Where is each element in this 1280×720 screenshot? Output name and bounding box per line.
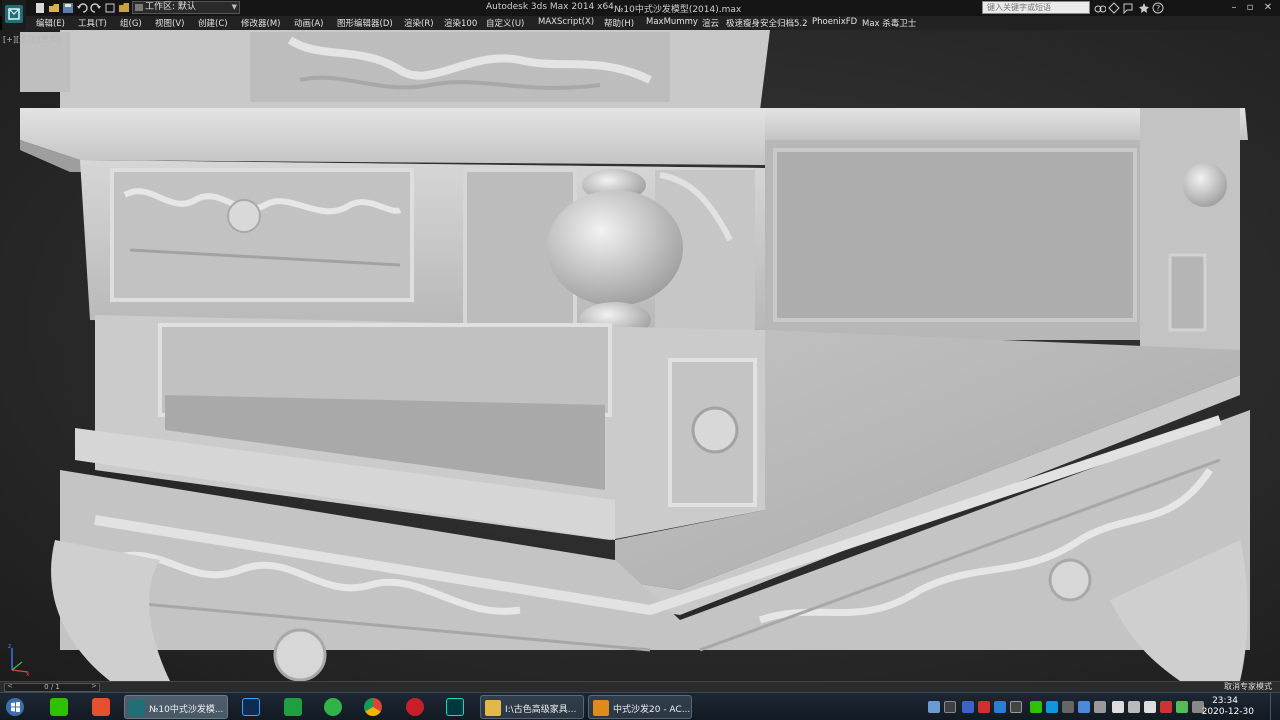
workspace-label: 工作区: 默认: [145, 2, 196, 12]
clock-date[interactable]: 2020-12-30: [1202, 707, 1254, 717]
menu-render100[interactable]: 渲染100: [444, 17, 477, 29]
favorites-star-icon[interactable]: [1138, 2, 1150, 14]
bluetooth-icon[interactable]: [1112, 701, 1124, 713]
title-bar: 工作区: 默认 ▼ Autodesk 3ds Max 2014 x64 №10中…: [0, 0, 1280, 30]
clock-time[interactable]: 23:34: [1212, 696, 1238, 706]
network-icon[interactable]: [1010, 701, 1022, 713]
taskbar-window-3dsmax[interactable]: №10中式沙发模...: [124, 695, 228, 719]
axis-tripod-icon: z x: [4, 642, 32, 679]
menu-tools[interactable]: 工具(T): [78, 17, 107, 29]
antivirus-icon[interactable]: [978, 701, 990, 713]
close-button[interactable]: ✕: [1260, 1, 1276, 14]
tray-green-icon[interactable]: [1176, 701, 1188, 713]
usb-icon[interactable]: [1062, 701, 1074, 713]
chevron-left-icon[interactable]: <: [7, 683, 13, 690]
acdsee-icon: [593, 700, 609, 716]
maximize-button[interactable]: ▫: [1242, 1, 1258, 14]
menu-help[interactable]: 帮助(H): [604, 17, 634, 29]
taskbar-window-explorer[interactable]: I:\古色高级家具...: [480, 695, 584, 719]
green-app-icon[interactable]: [280, 696, 306, 718]
tray-app-icon[interactable]: [928, 701, 940, 713]
undo-icon[interactable]: [76, 2, 88, 14]
3dsmax-icon: [129, 700, 145, 716]
taskbar-window-acdsee[interactable]: 中式沙发20 - AC...: [588, 695, 692, 719]
document-title: №10中式沙发模型(2014).max: [614, 5, 742, 15]
help-icon[interactable]: ?: [1152, 2, 1164, 14]
show-desktop-button[interactable]: [1270, 693, 1280, 720]
redo-icon[interactable]: [90, 2, 102, 14]
workspace-icon: [135, 4, 143, 11]
taskbar-window-label: I:\古色高级家具...: [505, 705, 577, 715]
menu-rendering[interactable]: 渲染(R): [404, 17, 434, 29]
wechat-icon[interactable]: [46, 696, 72, 718]
monitor-icon[interactable]: [1128, 701, 1140, 713]
taskbar: №10中式沙发模... I:\古色高级家具... 中式沙发20 - AC... …: [0, 692, 1280, 720]
chevron-down-icon: ▼: [231, 3, 237, 11]
subscription-icon[interactable]: [1108, 2, 1120, 14]
input-method-icon[interactable]: [962, 701, 974, 713]
menu-slim-archive[interactable]: 极速瘦身安全归档5.2: [726, 17, 808, 29]
start-button[interactable]: [2, 696, 28, 718]
menu-views[interactable]: 视图(V): [155, 17, 184, 29]
menu-animation[interactable]: 动画(A): [294, 17, 323, 29]
menu-maxscript[interactable]: MAXScript(X): [538, 17, 594, 27]
hold-icon[interactable]: [104, 2, 116, 14]
app-logo-icon[interactable]: [2, 0, 26, 30]
camtasia-icon[interactable]: [88, 696, 114, 718]
svg-text:z: z: [8, 643, 11, 650]
cloud-icon[interactable]: [994, 701, 1006, 713]
qq-tray-icon[interactable]: [1046, 701, 1058, 713]
audition-icon[interactable]: [442, 696, 468, 718]
save-icon[interactable]: [62, 2, 74, 14]
sketchup-icon[interactable]: [402, 696, 428, 718]
perspective-viewport[interactable]: [+][透视][真实] z x: [0, 30, 1280, 681]
flag-icon[interactable]: [1094, 701, 1106, 713]
svg-text:?: ?: [1156, 4, 1160, 13]
shield-icon[interactable]: [1078, 701, 1090, 713]
search-input[interactable]: 键入关键字或短语: [982, 1, 1090, 14]
time-slider-value: 0 / 1: [44, 683, 60, 691]
time-slider[interactable]: < 0 / 1 >: [4, 683, 100, 692]
wechat-tray-icon[interactable]: [1030, 701, 1042, 713]
open-file-icon[interactable]: [48, 2, 60, 14]
new-file-icon[interactable]: [34, 2, 46, 14]
menu-group[interactable]: 组(G): [120, 17, 142, 29]
keyboard-icon[interactable]: [944, 701, 956, 713]
menu-phoenixfd[interactable]: PhoenixFD: [812, 17, 857, 27]
svg-text:x: x: [26, 671, 30, 676]
menu-max-antivirus[interactable]: Max 杀毒卫士: [862, 17, 916, 29]
menu-maxmummy[interactable]: MaxMummy: [646, 17, 698, 27]
communication-center-icon[interactable]: [1122, 2, 1134, 15]
menu-customize[interactable]: 自定义(U): [486, 17, 524, 29]
tray-red-icon[interactable]: [1160, 701, 1172, 713]
minimize-button[interactable]: –: [1226, 1, 1242, 14]
menu-graph-editors[interactable]: 图形编辑器(D): [337, 17, 393, 29]
speaker-icon[interactable]: [1144, 701, 1156, 713]
chrome-icon[interactable]: [360, 696, 386, 718]
workspace-dropdown[interactable]: 工作区: 默认 ▼: [132, 1, 240, 14]
app-title: Autodesk 3ds Max 2014 x64: [486, 2, 614, 12]
chinese-sofa-model: [20, 30, 1250, 681]
menu-xuanyun[interactable]: 渲云: [702, 17, 719, 29]
binoculars-icon[interactable]: [1094, 2, 1107, 14]
viewport-label[interactable]: [+][透视][真实]: [3, 34, 60, 45]
cancel-expert-mode-button[interactable]: 取消专家模式: [1224, 682, 1272, 692]
taskbar-window-label: №10中式沙发模...: [149, 705, 224, 715]
menu-modifiers[interactable]: 修改器(M): [241, 17, 280, 29]
status-bar: < 0 / 1 > 取消专家模式: [0, 681, 1280, 692]
menu-edit[interactable]: 编辑(E): [36, 17, 65, 29]
qq-browser-icon[interactable]: [320, 696, 346, 718]
chevron-right-icon[interactable]: >: [91, 683, 97, 690]
folder-icon: [485, 700, 501, 716]
photoshop-icon[interactable]: [238, 696, 264, 718]
taskbar-window-label: 中式沙发20 - AC...: [613, 705, 691, 715]
menu-bar: 编辑(E) 工具(T) 组(G) 视图(V) 创建(C) 修改器(M) 动画(A…: [26, 16, 1280, 30]
menu-create[interactable]: 创建(C): [198, 17, 228, 29]
project-folder-icon[interactable]: [118, 2, 130, 14]
